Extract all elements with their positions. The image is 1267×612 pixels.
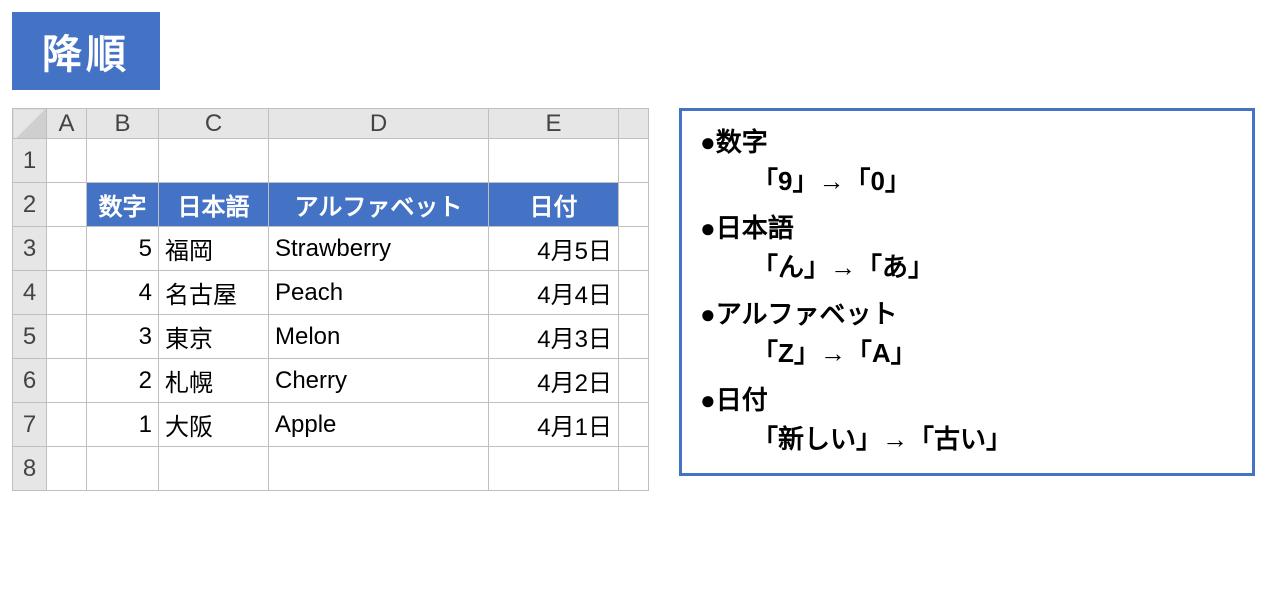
legend-label: ●日本語 [700, 209, 1234, 248]
cell-e5[interactable]: 4月3日 [489, 315, 619, 359]
row-3: 3 5 福岡 Strawberry 4月5日 [13, 227, 649, 271]
row-header-4[interactable]: 4 [13, 271, 47, 315]
legend-rule: 「ん」→「あ」 [752, 248, 1234, 287]
data-header-date[interactable]: 日付 [489, 183, 619, 227]
cell-b7[interactable]: 1 [87, 403, 159, 447]
row-header-6[interactable]: 6 [13, 359, 47, 403]
cell-d5[interactable]: Melon [269, 315, 489, 359]
cell-c4[interactable]: 名古屋 [159, 271, 269, 315]
row-4: 4 4 名古屋 Peach 4月4日 [13, 271, 649, 315]
cell-a8[interactable] [47, 447, 87, 491]
cell-d8[interactable] [269, 447, 489, 491]
row-6: 6 2 札幌 Cherry 4月2日 [13, 359, 649, 403]
data-header-jp[interactable]: 日本語 [159, 183, 269, 227]
cell-d4[interactable]: Peach [269, 271, 489, 315]
legend-label: ●数字 [700, 123, 1234, 162]
cell-b6[interactable]: 2 [87, 359, 159, 403]
legend-label: ●日付 [700, 381, 1234, 420]
data-header-alpha[interactable]: アルファベット [269, 183, 489, 227]
legend-rule: 「Z」→「A」 [752, 334, 1234, 373]
cell-a3[interactable] [47, 227, 87, 271]
row-header-8[interactable]: 8 [13, 447, 47, 491]
col-header-a[interactable]: A [47, 109, 87, 139]
cell-f3[interactable] [619, 227, 649, 271]
cell-c8[interactable] [159, 447, 269, 491]
legend-box: ●数字 「9」→「0」 ●日本語 「ん」→「あ」 ●アルファベット 「Z」→「A… [679, 108, 1255, 476]
cell-b1[interactable] [87, 139, 159, 183]
cell-c5[interactable]: 東京 [159, 315, 269, 359]
cell-a1[interactable] [47, 139, 87, 183]
cell-d7[interactable]: Apple [269, 403, 489, 447]
cell-e4[interactable]: 4月4日 [489, 271, 619, 315]
legend-label: ●アルファベット [700, 295, 1234, 334]
cell-b8[interactable] [87, 447, 159, 491]
legend-rule: 「9」→「0」 [752, 162, 1234, 201]
cell-a2[interactable] [47, 183, 87, 227]
legend-item-jp: ●日本語 「ん」→「あ」 [700, 209, 1234, 287]
col-header-d[interactable]: D [269, 109, 489, 139]
cell-f6[interactable] [619, 359, 649, 403]
legend-item-num: ●数字 「9」→「0」 [700, 123, 1234, 201]
row-header-5[interactable]: 5 [13, 315, 47, 359]
spreadsheet: A B C D E 1 2 数字 日本語 アルファベット 日付 3 [12, 108, 649, 491]
cell-f4[interactable] [619, 271, 649, 315]
cell-a7[interactable] [47, 403, 87, 447]
row-5: 5 3 東京 Melon 4月3日 [13, 315, 649, 359]
col-header-e[interactable]: E [489, 109, 619, 139]
cell-a5[interactable] [47, 315, 87, 359]
cell-d3[interactable]: Strawberry [269, 227, 489, 271]
cell-a6[interactable] [47, 359, 87, 403]
cell-c6[interactable]: 札幌 [159, 359, 269, 403]
legend-item-alpha: ●アルファベット 「Z」→「A」 [700, 295, 1234, 373]
col-header-b[interactable]: B [87, 109, 159, 139]
data-header-num[interactable]: 数字 [87, 183, 159, 227]
col-header-c[interactable]: C [159, 109, 269, 139]
cell-a4[interactable] [47, 271, 87, 315]
cell-c1[interactable] [159, 139, 269, 183]
row-header-1[interactable]: 1 [13, 139, 47, 183]
row-7: 7 1 大阪 Apple 4月1日 [13, 403, 649, 447]
cell-f1[interactable] [619, 139, 649, 183]
cell-c7[interactable]: 大阪 [159, 403, 269, 447]
cell-e3[interactable]: 4月5日 [489, 227, 619, 271]
legend-item-date: ●日付 「新しい」→「古い」 [700, 381, 1234, 459]
row-header-2[interactable]: 2 [13, 183, 47, 227]
row-header-3[interactable]: 3 [13, 227, 47, 271]
column-header-row: A B C D E [13, 109, 649, 139]
content-row: A B C D E 1 2 数字 日本語 アルファベット 日付 3 [12, 108, 1255, 491]
row-2: 2 数字 日本語 アルファベット 日付 [13, 183, 649, 227]
row-8: 8 [13, 447, 649, 491]
cell-b5[interactable]: 3 [87, 315, 159, 359]
cell-f2[interactable] [619, 183, 649, 227]
cell-d1[interactable] [269, 139, 489, 183]
cell-f8[interactable] [619, 447, 649, 491]
cell-e1[interactable] [489, 139, 619, 183]
legend-rule: 「新しい」→「古い」 [752, 420, 1234, 459]
cell-b3[interactable]: 5 [87, 227, 159, 271]
row-1: 1 [13, 139, 649, 183]
col-header-f[interactable] [619, 109, 649, 139]
title-banner: 降順 [12, 12, 160, 90]
row-header-7[interactable]: 7 [13, 403, 47, 447]
cell-c3[interactable]: 福岡 [159, 227, 269, 271]
cell-e6[interactable]: 4月2日 [489, 359, 619, 403]
cell-f7[interactable] [619, 403, 649, 447]
select-all-corner[interactable] [13, 109, 47, 139]
cell-f5[interactable] [619, 315, 649, 359]
cell-b4[interactable]: 4 [87, 271, 159, 315]
cell-d6[interactable]: Cherry [269, 359, 489, 403]
cell-e7[interactable]: 4月1日 [489, 403, 619, 447]
cell-e8[interactable] [489, 447, 619, 491]
